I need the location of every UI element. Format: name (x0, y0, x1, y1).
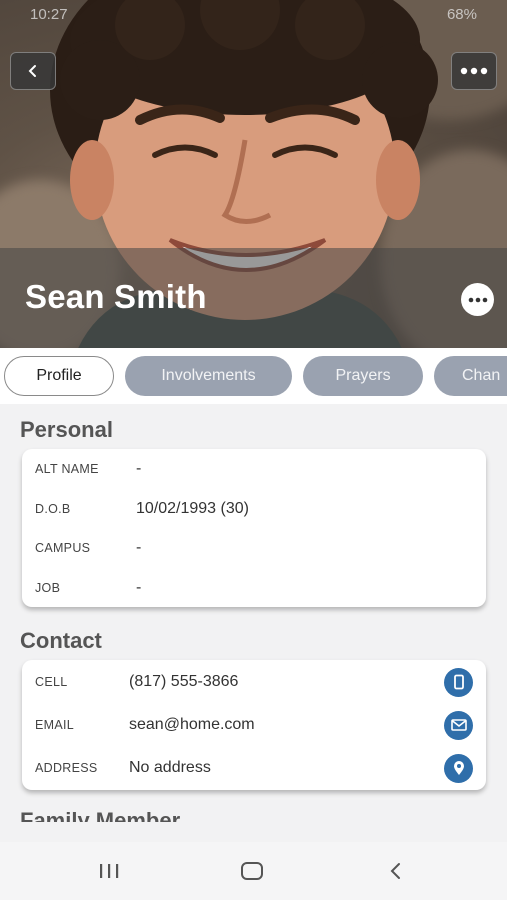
personal-card: ALT NAME - D.O.B 10/02/1993 (30) CAMPUS … (22, 449, 486, 607)
ellipsis-icon (460, 67, 488, 75)
field-label: CELL (35, 675, 68, 689)
tab-involvements[interactable]: Involvements (125, 356, 292, 396)
field-value: - (136, 579, 142, 596)
tab-changes[interactable]: Chan (434, 356, 507, 396)
email-button[interactable] (444, 710, 473, 740)
home-button[interactable] (232, 854, 272, 888)
recent-apps-button[interactable] (89, 854, 129, 888)
status-bar: 10:27 68% (30, 6, 477, 28)
field-label: ALT NAME (35, 462, 99, 476)
section-title-personal: Personal (20, 417, 113, 442)
back-button[interactable] (10, 52, 56, 90)
recent-apps-icon (100, 864, 119, 878)
tab-bar: Profile Involvements Prayers Chan (0, 348, 507, 404)
home-icon (241, 862, 263, 880)
field-label: JOB (35, 581, 61, 595)
phone-icon (453, 674, 464, 690)
back-arrow-icon (390, 863, 400, 879)
status-battery: 68% (446, 6, 477, 23)
system-back-button[interactable] (375, 854, 415, 888)
personal-row-dob: D.O.B 10/02/1993 (30) (22, 494, 486, 524)
more-options-button[interactable] (451, 52, 497, 90)
status-time: 10:27 (30, 6, 68, 23)
contact-row-address[interactable]: ADDRESS No address (22, 753, 486, 783)
profile-actions-button[interactable] (461, 283, 494, 316)
field-value: 10/02/1993 (30) (136, 500, 249, 517)
tab-profile[interactable]: Profile (4, 356, 114, 396)
personal-row-alt-name: ALT NAME - (22, 454, 486, 484)
phone-button[interactable] (444, 667, 473, 697)
contact-row-cell[interactable]: CELL (817) 555-3866 (22, 667, 486, 697)
field-value: - (136, 460, 142, 477)
system-nav-bar (0, 842, 507, 900)
field-label: CAMPUS (35, 541, 91, 555)
location-button[interactable] (444, 753, 473, 783)
chevron-left-icon (28, 65, 36, 77)
profile-name: Sean Smith (25, 278, 207, 315)
ellipsis-icon (468, 297, 487, 302)
field-label: D.O.B (35, 502, 71, 516)
field-value: - (136, 539, 142, 556)
personal-row-campus: CAMPUS - (22, 533, 486, 563)
section-title-contact: Contact (20, 628, 102, 653)
personal-row-job: JOB - (22, 573, 486, 603)
contact-row-email[interactable]: EMAIL sean@home.com (22, 710, 486, 740)
field-value: sean@home.com (129, 716, 255, 733)
field-label: ADDRESS (35, 761, 98, 775)
mail-icon (450, 719, 467, 731)
contact-card: CELL (817) 555-3866 EMAIL sean@home.com … (22, 660, 486, 790)
field-value: No address (129, 759, 211, 776)
tab-prayers[interactable]: Prayers (303, 356, 423, 396)
location-icon (453, 761, 464, 775)
field-label: EMAIL (35, 718, 75, 732)
field-value: (817) 555-3866 (129, 673, 239, 690)
section-title-family-member: Family Member (20, 810, 180, 822)
